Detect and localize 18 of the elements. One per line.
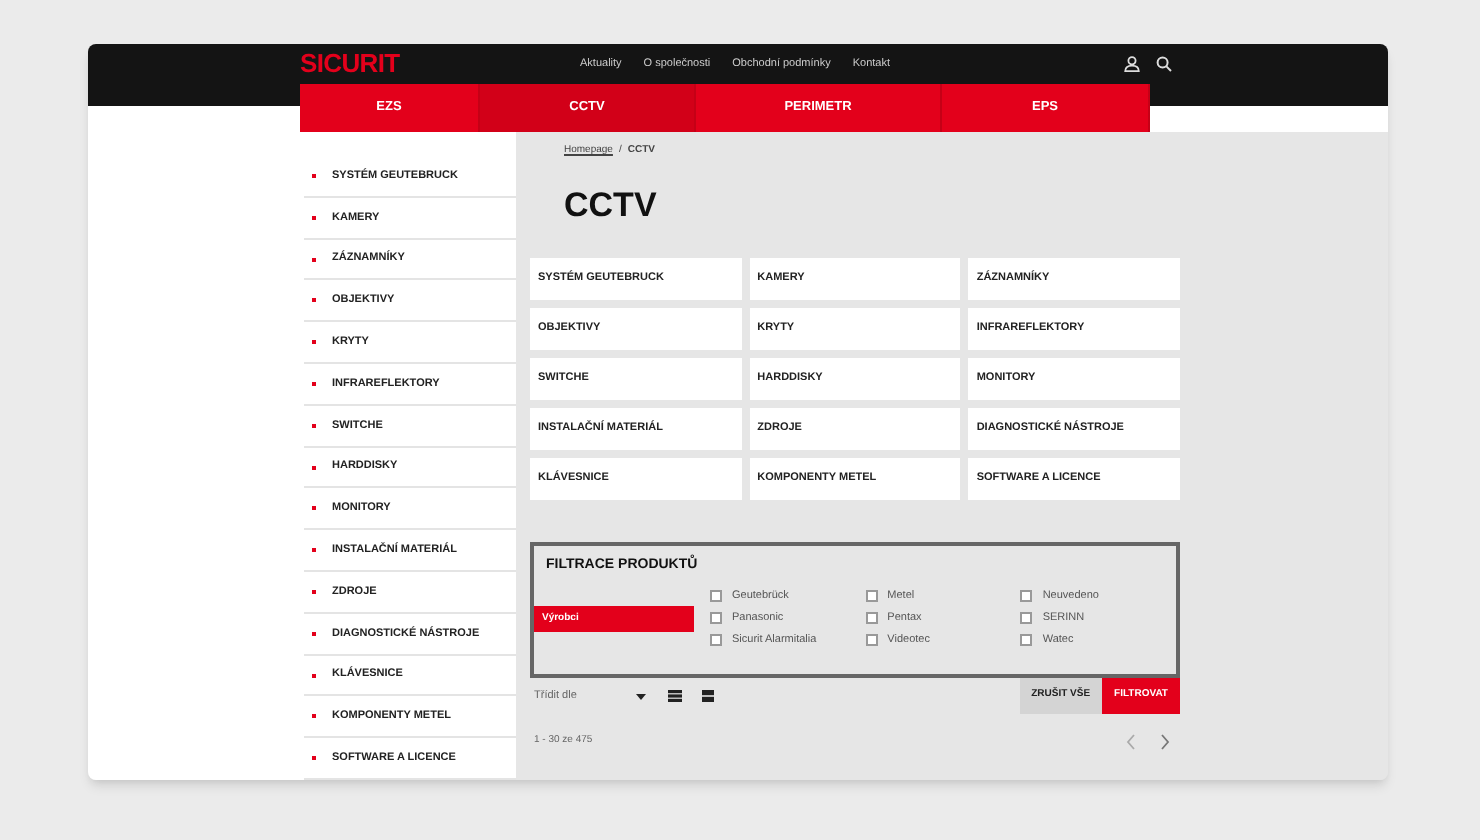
checkbox[interactable] — [865, 634, 878, 647]
page-title: CCTV — [562, 183, 659, 228]
search-icon[interactable] — [1156, 56, 1172, 73]
checkbox[interactable] — [710, 590, 722, 603]
grid-view-icon[interactable] — [668, 690, 682, 703]
user-icon[interactable] — [1124, 56, 1140, 73]
checkbox[interactable] — [1020, 590, 1033, 603]
logo[interactable]: SICURIT — [300, 44, 580, 84]
checkbox[interactable] — [865, 612, 878, 625]
list-view-icon[interactable] — [702, 690, 714, 703]
checkbox[interactable] — [865, 590, 878, 603]
checkbox[interactable] — [710, 634, 722, 647]
checkbox[interactable] — [710, 612, 722, 625]
next-icon[interactable] — [1160, 734, 1170, 751]
previous-icon[interactable] — [1126, 734, 1136, 751]
checkbox[interactable] — [1020, 612, 1033, 625]
checkbox[interactable] — [1020, 634, 1033, 647]
caret-icon — [636, 693, 646, 700]
